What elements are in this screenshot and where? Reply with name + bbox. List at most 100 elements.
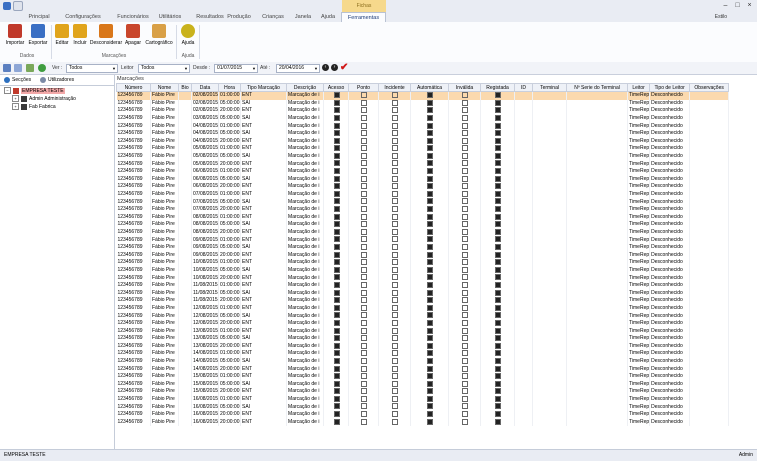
checkbox[interactable] xyxy=(427,107,434,114)
checkbox[interactable] xyxy=(495,244,502,250)
checkbox[interactable] xyxy=(462,335,469,342)
checkbox[interactable] xyxy=(495,418,502,425)
checkbox[interactable] xyxy=(462,99,469,106)
checkbox[interactable] xyxy=(361,259,368,266)
table-row[interactable]: 123456789 Fábio Pire 14/08/2015 20:00:00 ENT… xyxy=(116,365,730,373)
checkbox[interactable] xyxy=(392,312,399,319)
table-row[interactable]: 123456789 Fábio Pire 12/08/2015 20:00:00 ENT… xyxy=(116,319,730,328)
checkbox[interactable] xyxy=(462,206,469,213)
table-row[interactable]: 123456789 Fábio Pire 16/08/2015 20:00:00 ENT… xyxy=(116,418,730,427)
expand-icon[interactable]: + xyxy=(12,95,19,103)
checkbox[interactable] xyxy=(333,221,340,228)
apply-check-icon[interactable]: ✔ xyxy=(340,62,348,73)
checkbox[interactable] xyxy=(495,190,502,197)
column-header[interactable]: ID xyxy=(514,83,534,92)
checkbox[interactable] xyxy=(495,274,502,281)
table-row[interactable]: 123456789 Fábio Pire 16/08/2015 05:00:00 SAI… xyxy=(116,403,730,411)
checkbox[interactable] xyxy=(427,244,434,250)
column-header[interactable]: Descrição xyxy=(286,83,325,92)
app-menu-icon[interactable] xyxy=(3,1,11,10)
table-row[interactable]: 123456789 Fábio Pire 09/08/2015 05:00:00 SAI… xyxy=(116,243,730,252)
table-row[interactable]: 123456789 Fábio Pire 16/08/2015 20:00:00 ENT… xyxy=(116,410,730,419)
checkbox[interactable] xyxy=(427,160,434,167)
checkbox[interactable] xyxy=(495,107,502,114)
checkbox[interactable] xyxy=(462,357,469,364)
checkbox[interactable] xyxy=(427,319,434,326)
checkbox[interactable] xyxy=(462,251,469,258)
checkbox[interactable] xyxy=(462,259,469,266)
checkbox[interactable] xyxy=(392,259,399,266)
checkbox[interactable] xyxy=(392,395,399,402)
tab-ajuda[interactable]: Ajuda xyxy=(316,12,340,22)
checkbox[interactable] xyxy=(427,175,434,182)
close-button[interactable]: × xyxy=(744,1,755,10)
checkbox[interactable] xyxy=(427,342,434,349)
checkbox[interactable] xyxy=(361,411,368,418)
checkbox[interactable] xyxy=(427,403,434,410)
checkbox[interactable] xyxy=(361,190,368,197)
checkbox[interactable] xyxy=(462,244,469,250)
checkbox[interactable] xyxy=(333,92,340,99)
table-row[interactable]: 123456789 Fábio Pire 09/08/2015 01:00:00 ENT… xyxy=(116,236,730,244)
table-row[interactable]: 123456789 Fábio Pire 09/08/2015 20:00:00 ENT… xyxy=(116,251,730,260)
checkbox[interactable] xyxy=(392,274,399,281)
checkbox[interactable] xyxy=(361,335,368,342)
table-row[interactable]: 123456789 Fábio Pire 10/08/2015 20:00:00 ENT… xyxy=(116,274,730,282)
tab-seccoes[interactable]: Secções xyxy=(4,76,31,84)
checkbox[interactable] xyxy=(392,145,399,152)
table-row[interactable]: 123456789 Fábio Pire 15/08/2015 20:00:00 ENT… xyxy=(116,388,730,396)
checkbox[interactable] xyxy=(392,373,399,380)
checkbox[interactable] xyxy=(333,198,340,205)
checkbox[interactable] xyxy=(333,350,340,357)
checkbox[interactable] xyxy=(495,350,502,357)
checkbox[interactable] xyxy=(392,342,399,349)
column-header[interactable]: Leitor xyxy=(627,83,651,92)
checkbox[interactable] xyxy=(361,418,368,425)
table-row[interactable]: 123456789 Fábio Pire 02/08/2015 20:00:00 ENT… xyxy=(116,107,730,115)
checkbox[interactable] xyxy=(361,327,368,334)
checkbox[interactable] xyxy=(427,373,434,380)
checkbox[interactable] xyxy=(462,365,469,372)
checkbox[interactable] xyxy=(361,183,368,190)
checkbox[interactable] xyxy=(333,335,340,342)
checkbox[interactable] xyxy=(495,335,502,342)
checkbox[interactable] xyxy=(462,160,469,167)
checkbox[interactable] xyxy=(495,92,502,99)
checkbox[interactable] xyxy=(392,160,399,167)
tab-configuracoes[interactable]: Configurações xyxy=(57,12,109,22)
checkbox[interactable] xyxy=(392,92,399,99)
checkbox[interactable] xyxy=(462,137,469,144)
filter-icon[interactable] xyxy=(38,64,46,72)
checkbox[interactable] xyxy=(462,304,469,311)
checkbox[interactable] xyxy=(333,99,340,106)
checkbox[interactable] xyxy=(427,312,434,319)
table-row[interactable]: 123456789 Fábio Pire 10/08/2015 05:00:00 SAI… xyxy=(116,266,730,275)
checkbox[interactable] xyxy=(392,380,399,387)
table-row[interactable]: 123456789 Fábio Pire 07/08/2015 20:00:00 ENT… xyxy=(116,205,730,214)
checkbox[interactable] xyxy=(462,403,469,410)
checkbox[interactable] xyxy=(333,114,340,121)
maximize-button[interactable]: □ xyxy=(732,1,743,10)
checkbox[interactable] xyxy=(333,281,340,288)
checkbox[interactable] xyxy=(427,190,434,197)
checkbox[interactable] xyxy=(427,365,434,372)
table-row[interactable]: 123456789 Fábio Pire 06/08/2015 05:00:00 SAI… xyxy=(116,175,730,184)
checkbox[interactable] xyxy=(392,304,399,311)
checkbox[interactable] xyxy=(462,92,469,99)
checkbox[interactable] xyxy=(392,289,399,296)
checkbox[interactable] xyxy=(392,335,399,342)
checkbox[interactable] xyxy=(495,388,502,395)
checkbox[interactable] xyxy=(462,228,469,235)
checkbox[interactable] xyxy=(361,350,368,357)
tree-node-fab[interactable]: + Fab Fabrica xyxy=(4,103,76,111)
table-row[interactable]: 123456789 Fábio Pire 08/08/2015 20:00:00 ENT… xyxy=(116,228,730,237)
checkbox[interactable] xyxy=(462,190,469,197)
table-row[interactable]: 123456789 Fábio Pire 04/08/2015 20:00:00 ENT… xyxy=(116,137,730,146)
checkbox[interactable] xyxy=(495,160,502,167)
checkbox[interactable] xyxy=(427,92,434,99)
tree-node-admin[interactable]: + Admin Administração xyxy=(4,95,76,103)
checkbox[interactable] xyxy=(392,175,399,182)
column-header[interactable]: Nº Serie do Terminal xyxy=(566,83,629,92)
checkbox[interactable] xyxy=(333,259,340,266)
checkbox[interactable] xyxy=(392,251,399,258)
